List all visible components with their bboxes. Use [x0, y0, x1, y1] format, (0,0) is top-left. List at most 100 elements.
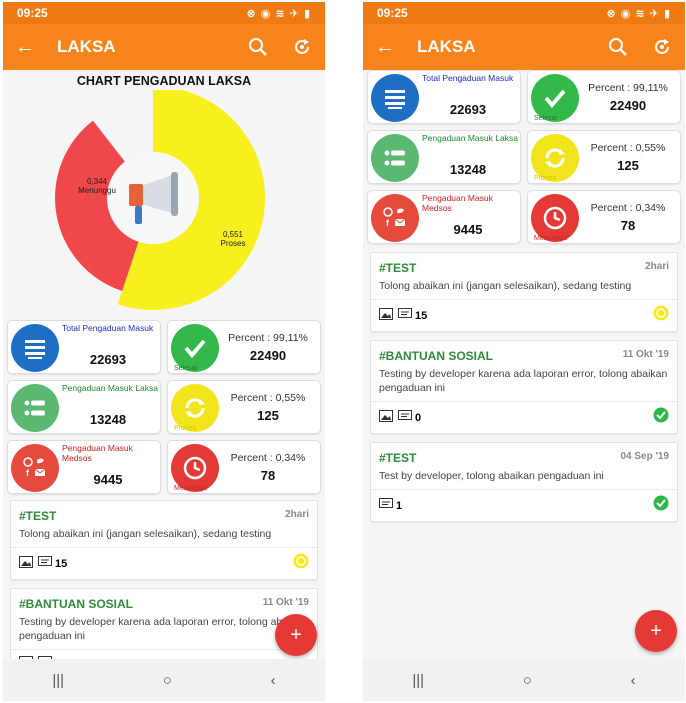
card-total-value: 22693: [89, 352, 127, 367]
card-medsos-value: 9445: [453, 222, 483, 237]
back-arrow-icon[interactable]: ←: [375, 36, 409, 59]
list-item[interactable]: #TEST 04 Sep '19 Test by developer, tolon…: [370, 442, 678, 522]
back-arrow-icon[interactable]: ←: [15, 36, 49, 59]
image-icon: [379, 409, 393, 427]
card-menunggu[interactable]: Percent : 0,34% 78 Menunggu: [527, 190, 681, 244]
list-item[interactable]: #TEST 2hari Tolong abaikan ini (jangan se…: [370, 252, 678, 332]
home-button[interactable]: ○: [523, 672, 532, 689]
app-bar: ← LAKSA: [3, 24, 325, 70]
card-laksa-value: 13248: [89, 412, 127, 427]
card-proses[interactable]: Percent : 0,55% 125 Proses: [527, 130, 681, 184]
search-icon[interactable]: [247, 36, 269, 58]
card-proses-sub: Proses: [534, 175, 556, 182]
status-proses-icon: [653, 305, 669, 326]
post-date: 11 Okt '19: [262, 597, 309, 608]
label-proses-name: Proses: [220, 239, 246, 248]
card-selesai[interactable]: Percent : 99,11% 22490 Selesai: [527, 70, 681, 124]
card-total-pengaduan[interactable]: Total Pengaduan Masuk 22693: [7, 320, 161, 374]
card-selesai-value: 22490: [609, 98, 647, 113]
list-item[interactable]: #BANTUAN SOSIAL 11 Okt '19 Testing by dev…: [370, 340, 678, 434]
card-menunggu-percent: Percent : 0,34%: [590, 202, 666, 214]
social-media-icon: f: [11, 444, 59, 492]
recent-apps-button[interactable]: |||: [52, 672, 64, 689]
card-total-label: Total Pengaduan Masuk: [422, 73, 514, 83]
card-selesai[interactable]: Percent : 99,11% 22490 Selesai: [167, 320, 321, 374]
post-date: 04 Sep '19: [620, 451, 669, 462]
status-bar: 09:25 ⊗ ◉ ≋ ✈ ▮: [3, 2, 325, 24]
card-menunggu-value: 78: [620, 218, 636, 233]
list-item[interactable]: #TEST 2hari Tolong abaikan ini (jangan se…: [10, 500, 318, 580]
post-date: 2hari: [645, 261, 669, 272]
chart-title: CHART PENGADUAN LAKSA: [76, 74, 252, 88]
recent-apps-button[interactable]: |||: [412, 672, 424, 689]
list-icon: [371, 74, 419, 122]
post-list: #TEST 2hari Tolong abaikan ini (jangan se…: [363, 244, 685, 522]
card-proses[interactable]: Percent : 0,55% 125 Proses: [167, 380, 321, 434]
post-date: 11 Okt '19: [622, 349, 669, 360]
list-icon: [11, 324, 59, 372]
card-pengaduan-medsos[interactable]: f Pengaduan Masuk Medsos 9445: [367, 190, 521, 244]
image-icon: [19, 555, 33, 573]
post-description: Tolong abaikan ini (jangan selesaikan), …: [379, 280, 632, 292]
status-icons: ⊗ ◉ ≋ ✈ ▮: [246, 7, 311, 20]
card-medsos-value: 9445: [93, 472, 123, 487]
card-total-pengaduan[interactable]: Total Pengaduan Masuk 22693: [367, 70, 521, 124]
card-proses-sub: Proses: [174, 425, 196, 432]
card-medsos-label: Pengaduan Masuk Medsos: [62, 443, 133, 463]
donut-chart: 0,344 Menunggu 0,551 Proses: [3, 90, 325, 310]
card-laksa-label: Pengaduan Masuk Laksa: [422, 133, 518, 143]
refresh-icon[interactable]: [651, 36, 673, 58]
app-bar: ← LAKSA: [363, 24, 685, 70]
post-list: #TEST 2hari Tolong abaikan ini (jangan se…: [3, 494, 325, 679]
label-menunggu: 0,344 Menunggu: [77, 177, 117, 195]
label-proses: 0,551 Proses: [213, 230, 253, 248]
home-button[interactable]: ○: [163, 672, 172, 689]
refresh-icon[interactable]: [291, 36, 313, 58]
post-description: Tolong abaikan ini (jangan selesaikan), …: [19, 528, 272, 540]
card-total-value: 22693: [449, 102, 487, 117]
app-title: LAKSA: [417, 37, 476, 56]
card-pengaduan-laksa[interactable]: Pengaduan Masuk Laksa 13248: [367, 130, 521, 184]
svg-text:f: f: [386, 218, 390, 228]
label-menunggu-name: Menunggu: [78, 186, 116, 195]
comment-count: 1: [396, 499, 403, 512]
status-time: 09:25: [377, 6, 408, 20]
post-tag: #BANTUAN SOSIAL: [379, 349, 494, 363]
comment-icon: [398, 409, 412, 427]
card-selesai-sub: Selesai: [174, 365, 197, 372]
status-icons: ⊗ ◉ ≋ ✈ ▮: [606, 7, 671, 20]
card-selesai-percent: Percent : 99,11%: [228, 332, 308, 344]
card-proses-percent: Percent : 0,55%: [230, 392, 306, 404]
card-pengaduan-medsos[interactable]: f Pengaduan Masuk Medsos 9445: [7, 440, 161, 494]
card-laksa-value: 13248: [449, 162, 487, 177]
card-menunggu[interactable]: Percent : 0,34% 78 Menunggu: [167, 440, 321, 494]
post-description: Testing by developer karena ada laporan …: [19, 616, 308, 642]
status-time: 09:25: [17, 6, 48, 20]
social-media-icon: f: [371, 194, 419, 242]
nav-bar: ||| ○ ‹: [363, 659, 685, 701]
nav-back-button[interactable]: ‹: [271, 672, 276, 689]
comment-count: 15: [415, 309, 428, 322]
card-menunggu-value: 78: [260, 468, 276, 483]
comment-icon: [38, 555, 52, 573]
card-menunggu-sub: Menunggu: [534, 235, 568, 242]
comment-count: 0: [415, 411, 422, 424]
label-proses-value: 0,551: [222, 230, 244, 239]
nav-back-button[interactable]: ‹: [631, 672, 636, 689]
image-icon: [379, 307, 393, 325]
card-laksa-label: Pengaduan Masuk Laksa: [62, 383, 158, 393]
post-tag: #TEST: [19, 509, 57, 523]
search-icon[interactable]: [607, 36, 629, 58]
post-date: 2hari: [285, 509, 309, 520]
phone-screen-right: 09:25 ⊗ ◉ ≋ ✈ ▮ ← LAKSA Total Pengaduan …: [363, 2, 685, 701]
form-icon: [371, 134, 419, 182]
card-selesai-value: 22490: [249, 348, 287, 363]
card-pengaduan-laksa[interactable]: Pengaduan Masuk Laksa 13248: [7, 380, 161, 434]
add-button[interactable]: +: [275, 614, 317, 656]
label-menunggu-value: 0,344: [86, 177, 108, 186]
nav-bar: ||| ○ ‹: [3, 659, 325, 701]
post-description: Test by developer, tolong abaikan pengad…: [379, 470, 604, 482]
post-tag: #TEST: [379, 261, 417, 275]
add-button[interactable]: +: [635, 610, 677, 652]
form-icon: [11, 384, 59, 432]
